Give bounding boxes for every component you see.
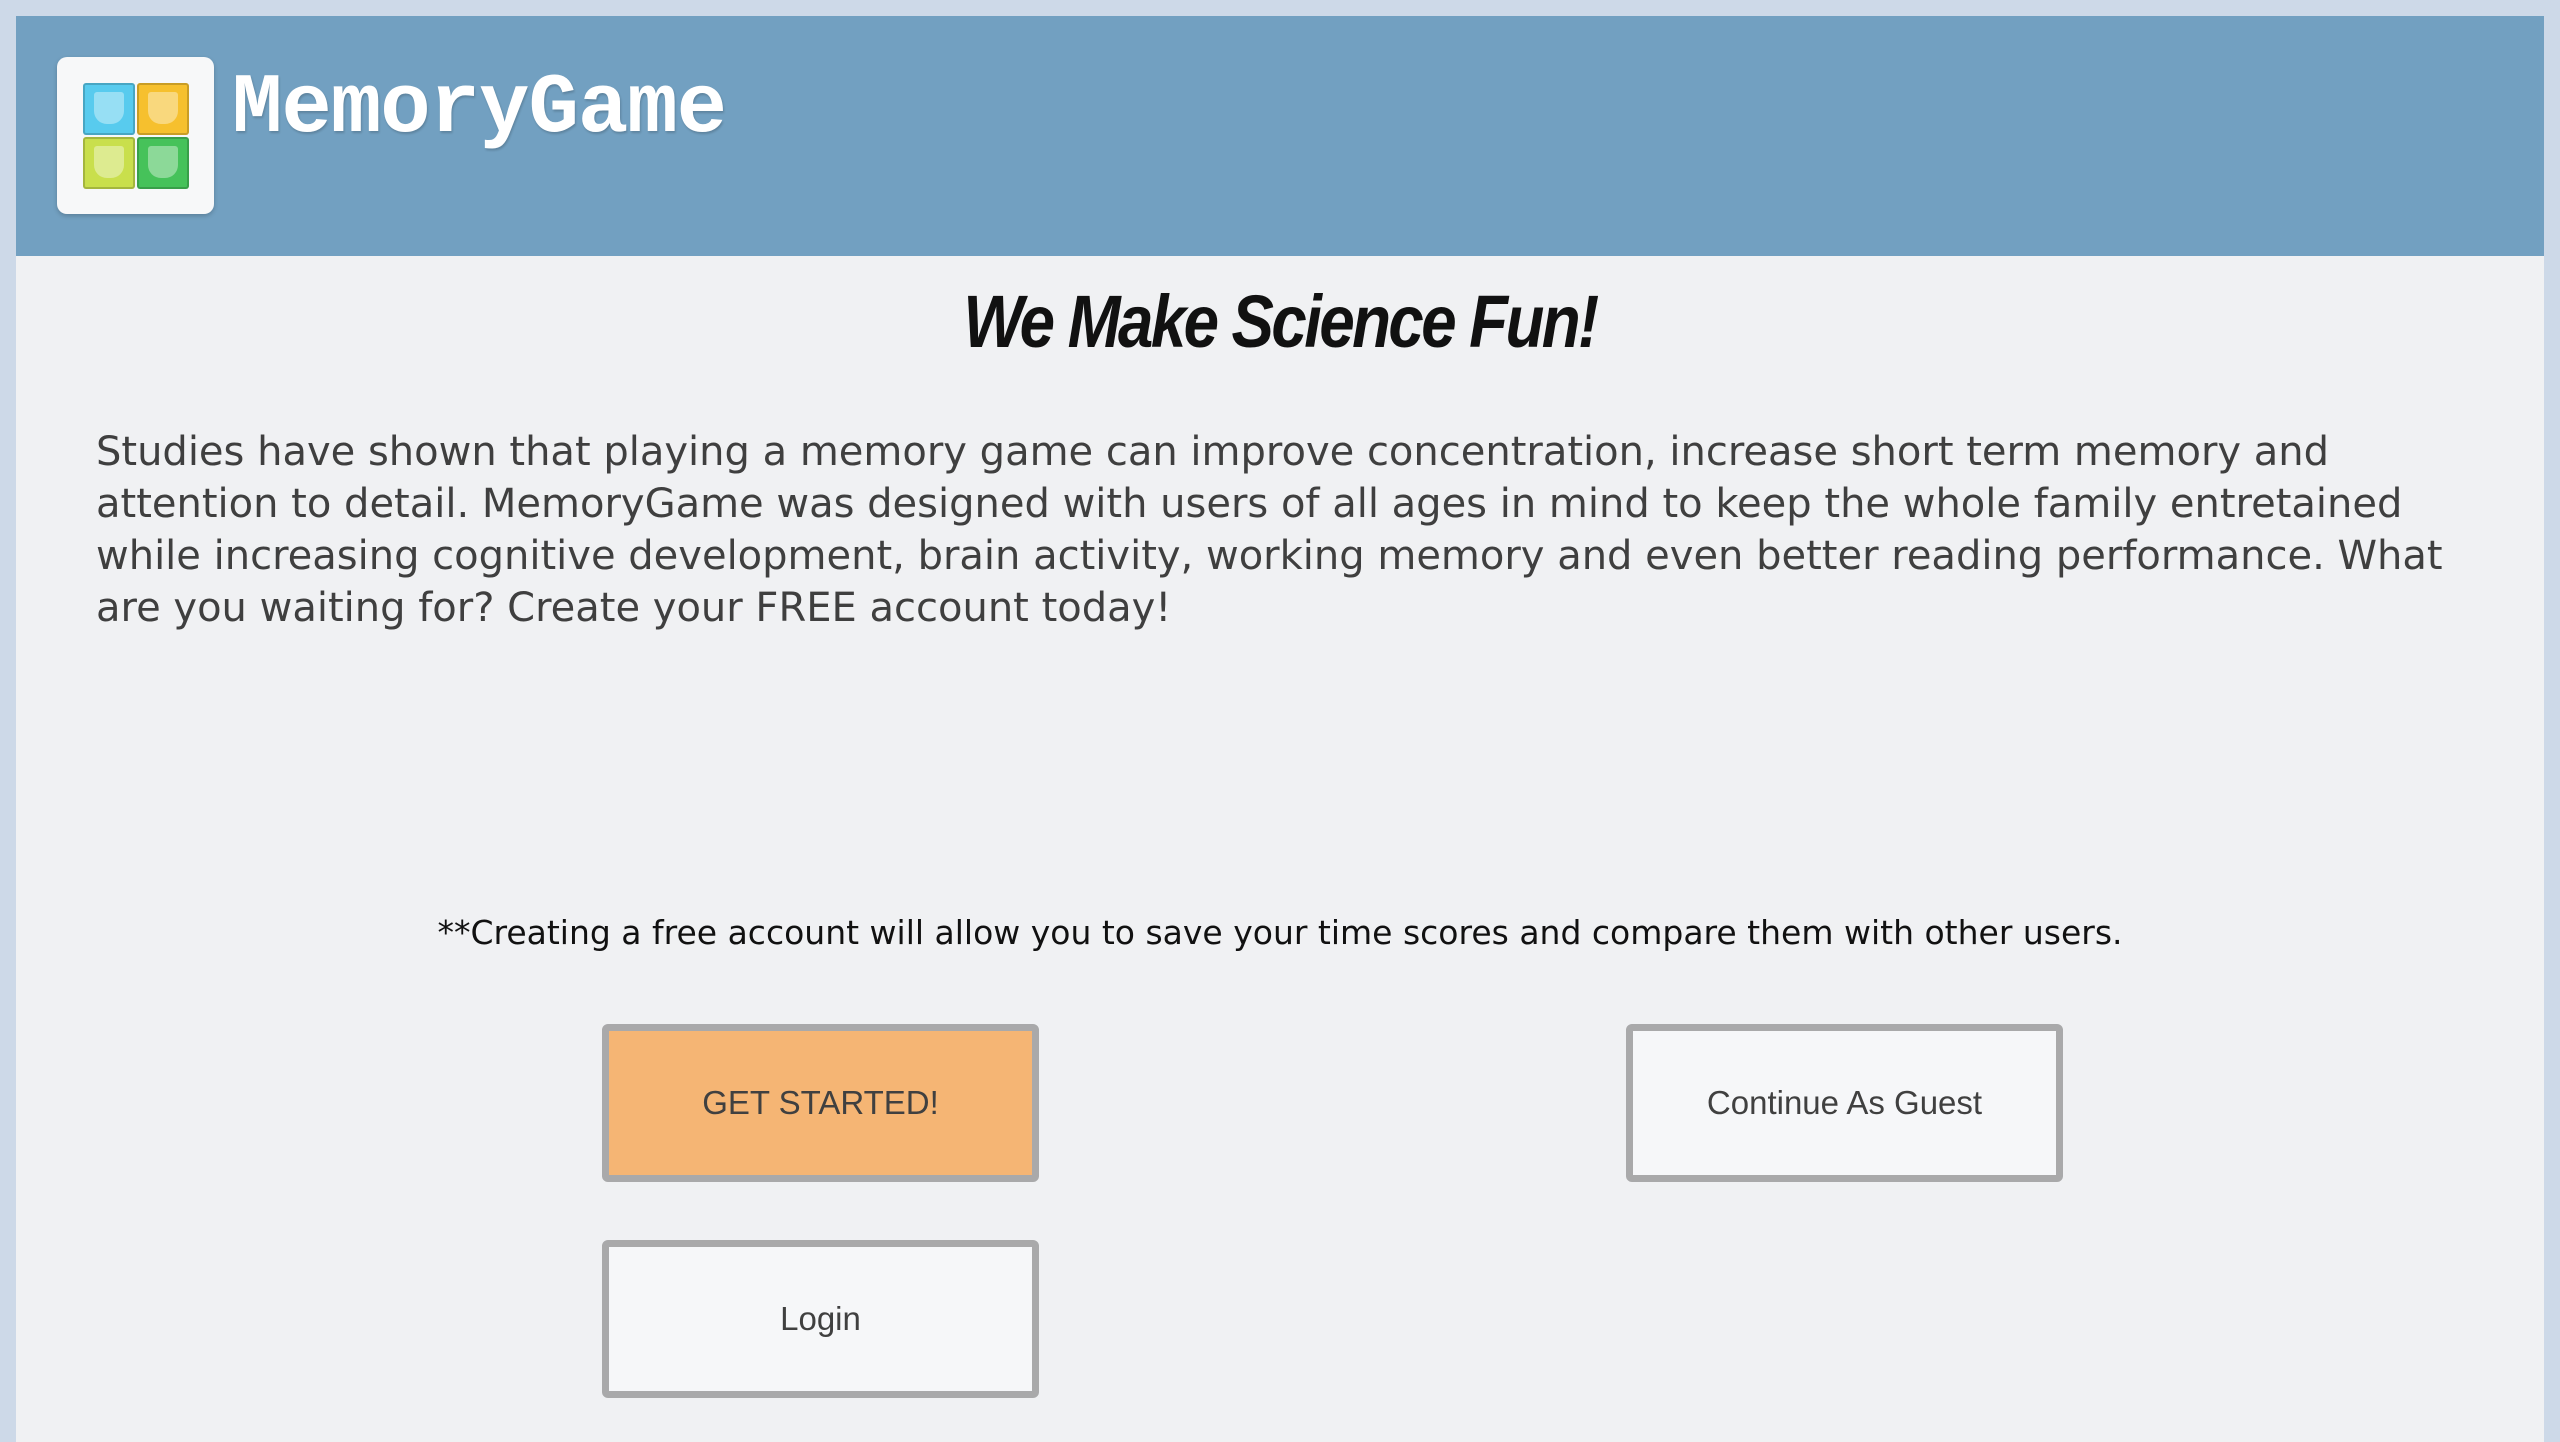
- get-started-button[interactable]: GET STARTED!: [602, 1024, 1039, 1182]
- logo-tile-blue: [83, 83, 135, 135]
- logo-tile-green: [137, 137, 189, 189]
- logo-tile-orange: [137, 83, 189, 135]
- intro-paragraph: Studies have shown that playing a memory…: [96, 429, 2443, 631]
- logo-tile-yellow: [83, 137, 135, 189]
- login-button[interactable]: Login: [602, 1240, 1039, 1398]
- app-title[interactable]: MemoryGame: [232, 68, 727, 152]
- continue-as-guest-button[interactable]: Continue As Guest: [1626, 1024, 2063, 1182]
- account-note: **Creating a free account will allow you…: [437, 913, 2123, 952]
- page-frame: MemoryGame We Make Science Fun! Studies …: [16, 16, 2544, 1442]
- memory-cards-logo-icon[interactable]: [57, 57, 214, 214]
- page-headline: We Make Science Fun!: [963, 280, 1599, 363]
- app-header: MemoryGame: [16, 16, 2544, 256]
